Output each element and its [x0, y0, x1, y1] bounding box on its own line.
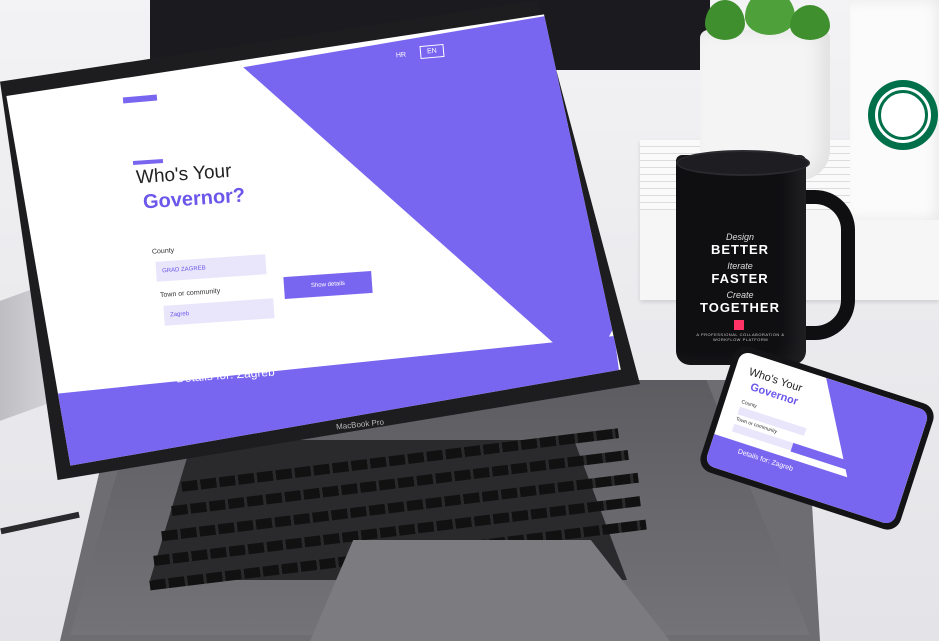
title-accent-bar — [132, 158, 164, 166]
mug-line3-big: TOGETHER — [700, 300, 780, 315]
show-details-button[interactable]: Show details — [283, 270, 373, 300]
mug-print: Design BETTER Iterate FASTER Create TOGE… — [690, 232, 790, 319]
lang-hr-link[interactable]: HR — [396, 52, 407, 60]
plant-leaf — [790, 5, 830, 40]
town-select[interactable]: Zagreb — [163, 298, 275, 326]
mug-handle — [800, 190, 855, 340]
page-title-line1: Who's Your — [135, 160, 233, 189]
plant-leaf — [705, 0, 745, 40]
mug-line2-small: Iterate — [727, 261, 753, 271]
county-label: County — [151, 247, 175, 256]
lang-en-button[interactable]: EN — [419, 43, 445, 60]
plant-leaf — [745, 0, 795, 35]
county-select[interactable]: GRAD ZAGREB — [155, 254, 267, 282]
mug-logo-icon — [734, 320, 744, 330]
desk-scene: Design BETTER Iterate FASTER Create TOGE… — [0, 0, 939, 641]
town-label: Town or community — [159, 287, 221, 300]
starbucks-logo — [868, 80, 938, 150]
mug-line2-big: FASTER — [711, 271, 769, 286]
site-logo-icon[interactable] — [122, 94, 158, 104]
mug-rim — [676, 150, 810, 176]
mug-line1-big: BETTER — [711, 242, 769, 257]
mug-line1-small: Design — [725, 232, 754, 242]
mug-line3-small: Create — [726, 290, 754, 300]
charging-cable — [0, 511, 80, 535]
details-banner-title: Details for: Zagreb — [175, 364, 276, 386]
mug-tagline: A PROFESSIONAL COLLABORATION & WORKFLOW … — [696, 332, 785, 342]
page-title-line2: Governor? — [142, 184, 246, 214]
